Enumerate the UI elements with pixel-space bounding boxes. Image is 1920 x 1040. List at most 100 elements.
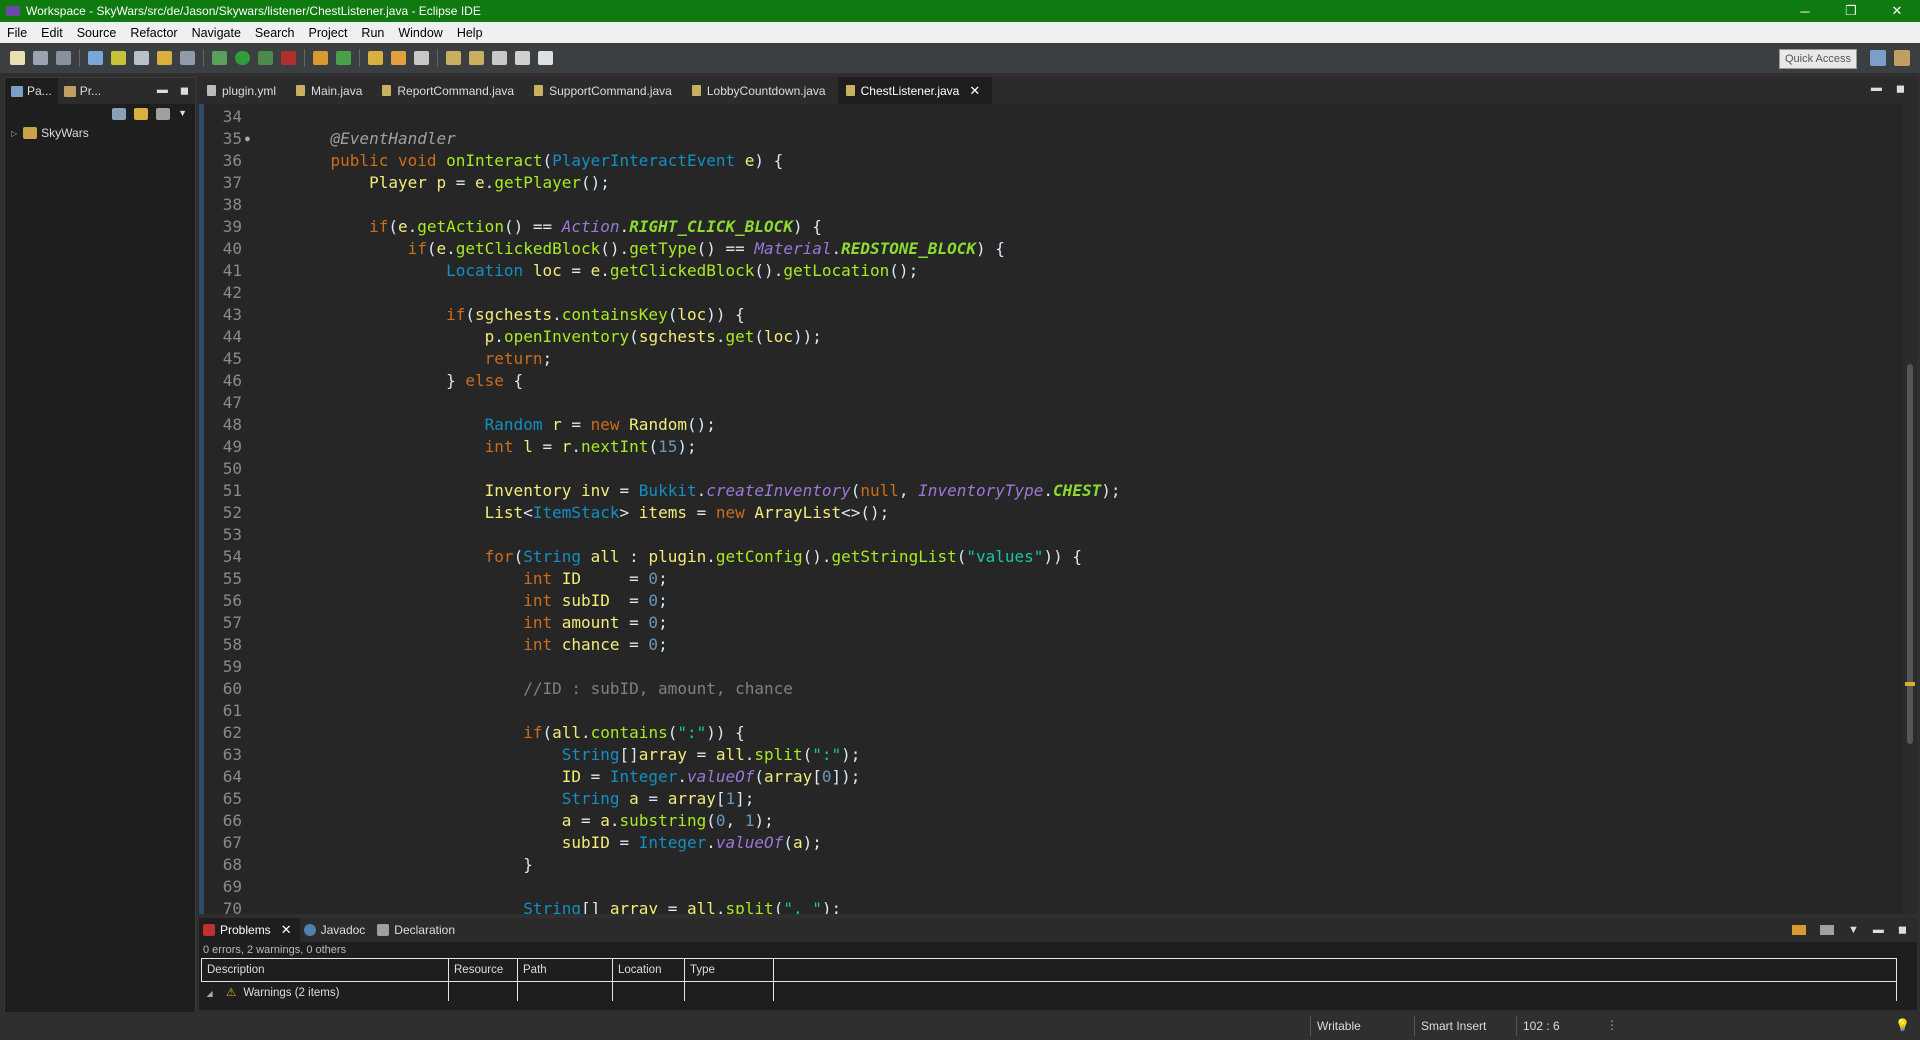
column-description[interactable]: Description: [201, 958, 449, 982]
code-line[interactable]: 69: [204, 876, 1120, 898]
code-line[interactable]: 64 ID = Integer.valueOf(array[0]);: [204, 766, 1120, 788]
code-line[interactable]: 60 //ID : subID, amount, chance: [204, 678, 1120, 700]
row-description[interactable]: ◢ ⚠ Warnings (2 items): [201, 981, 449, 1001]
filter-icon[interactable]: [1819, 924, 1834, 935]
code-line[interactable]: 36 public void onInteract(PlayerInteract…: [204, 150, 1120, 172]
code-editor[interactable]: 34 ● 35 @EventHandler 36 public void onInte…: [199, 104, 1917, 914]
open-type-icon[interactable]: [368, 51, 383, 65]
code-line[interactable]: 67 subID = Integer.valueOf(a);: [204, 832, 1120, 854]
code-line[interactable]: 58 int chance = 0;: [204, 634, 1120, 656]
tab-plugin-yml[interactable]: plugin.yml: [199, 77, 288, 104]
column-type[interactable]: Type: [684, 958, 774, 982]
menu-file[interactable]: File: [0, 26, 34, 40]
back-arrow-icon[interactable]: [515, 51, 530, 65]
code-line[interactable]: 55 int ID = 0;: [204, 568, 1120, 590]
restore-button[interactable]: ❐: [1828, 0, 1874, 22]
external-tools-icon[interactable]: [281, 51, 296, 65]
menu-edit[interactable]: Edit: [34, 26, 70, 40]
code-line[interactable]: 66 a = a.substring(0, 1);: [204, 810, 1120, 832]
column-path[interactable]: Path: [517, 958, 613, 982]
word-wrap-icon[interactable]: [157, 51, 172, 65]
menu-navigate[interactable]: Navigate: [185, 26, 248, 40]
tab-project-explorer[interactable]: Pr...: [58, 78, 107, 104]
link-editor-icon[interactable]: [134, 108, 149, 120]
code-line[interactable]: 59: [204, 656, 1120, 678]
tab-lobbycountdown-java[interactable]: LobbyCountdown.java: [684, 77, 838, 104]
code-line[interactable]: 48 Random r = new Random();: [204, 414, 1120, 436]
column-resource[interactable]: Resource: [448, 958, 518, 982]
view-menu-icon[interactable]: ▼: [178, 108, 187, 120]
code-line[interactable]: 70 String[] array = all.split(", ");: [204, 898, 1120, 914]
code-line[interactable]: 39 if(e.getAction() == Action.RIGHT_CLIC…: [204, 216, 1120, 238]
code-line[interactable]: 38: [204, 194, 1120, 216]
menu-help[interactable]: Help: [450, 26, 490, 40]
code-line[interactable]: 44 p.openInventory(sgchests.get(loc));: [204, 326, 1120, 348]
tab-supportcommand-java[interactable]: SupportCommand.java: [526, 77, 684, 104]
debug-icon[interactable]: [212, 51, 227, 65]
expand-arrow-icon[interactable]: ◢: [207, 989, 213, 998]
menu-project[interactable]: Project: [302, 26, 355, 40]
show-whitespace-icon[interactable]: [180, 51, 195, 65]
minimize-icon[interactable]: ▬: [1873, 924, 1884, 936]
maximize-icon[interactable]: ◼: [1896, 82, 1905, 95]
status-insert-mode[interactable]: Smart Insert: [1414, 1016, 1511, 1036]
tab-declaration[interactable]: Declaration: [373, 918, 463, 942]
tab-main-java[interactable]: Main.java: [288, 77, 374, 104]
tab-javadoc[interactable]: Javadoc: [300, 918, 374, 942]
menu-search[interactable]: Search: [248, 26, 302, 40]
code-line[interactable]: 57 int amount = 0;: [204, 612, 1120, 634]
code-line[interactable]: 65 String a = array[1];: [204, 788, 1120, 810]
save-all-icon[interactable]: [56, 51, 71, 65]
code-line[interactable]: 35 @EventHandler: [204, 128, 1120, 150]
code-line[interactable]: 68 }: [204, 854, 1120, 876]
terminal-icon[interactable]: [88, 51, 103, 65]
new-icon[interactable]: [10, 51, 25, 65]
tab-problems[interactable]: Problems ✕: [199, 918, 300, 942]
code-line[interactable]: 53: [204, 524, 1120, 546]
filter-icon[interactable]: [156, 108, 171, 120]
run-icon[interactable]: [235, 51, 250, 65]
new-class-icon[interactable]: [336, 51, 351, 65]
code-line[interactable]: 34: [204, 106, 1120, 128]
code-line[interactable]: 54 for(String all : plugin.getConfig().g…: [204, 546, 1120, 568]
tree-item-skywars[interactable]: ▷ SkyWars: [5, 124, 195, 142]
minimize-button[interactable]: ─: [1782, 0, 1828, 22]
close-tab-icon[interactable]: ✕: [969, 83, 980, 99]
code-line[interactable]: 50: [204, 458, 1120, 480]
code-line[interactable]: 37 Player p = e.getPlayer();: [204, 172, 1120, 194]
java-perspective-icon[interactable]: [1894, 50, 1910, 66]
menu-window[interactable]: Window: [391, 26, 449, 40]
code-line[interactable]: 49 int l = r.nextInt(15);: [204, 436, 1120, 458]
forward-arrow-icon[interactable]: [538, 51, 553, 65]
sync-icon[interactable]: [1791, 924, 1806, 935]
tab-package-explorer[interactable]: Pa...: [5, 78, 58, 104]
tab-reportcommand-java[interactable]: ReportCommand.java: [374, 77, 526, 104]
minimize-icon[interactable]: ▬: [1871, 82, 1882, 95]
quick-access-input[interactable]: Quick Access: [1779, 49, 1857, 69]
code-line[interactable]: 51 Inventory inv = Bukkit.createInventor…: [204, 480, 1121, 502]
code-line[interactable]: 42: [204, 282, 1120, 304]
prev-annotation-icon[interactable]: [469, 51, 484, 65]
coverage-icon[interactable]: [258, 51, 273, 65]
code-line[interactable]: 46 } else {: [204, 370, 1120, 392]
open-task-icon[interactable]: [391, 51, 406, 65]
column-location[interactable]: Location: [612, 958, 685, 982]
view-menu-icon[interactable]: ▼: [1848, 924, 1859, 936]
search-icon[interactable]: [414, 51, 429, 65]
code-line[interactable]: 45 return;: [204, 348, 1120, 370]
open-perspective-icon[interactable]: [1870, 50, 1886, 66]
save-icon[interactable]: [33, 51, 48, 65]
minimize-icon[interactable]: ▬: [157, 84, 168, 97]
close-window-button[interactable]: ✕: [1874, 0, 1920, 22]
editor-scrollbar[interactable]: [1903, 104, 1917, 914]
close-tab-icon[interactable]: ✕: [281, 922, 292, 938]
table-row[interactable]: ◢ ⚠ Warnings (2 items): [201, 981, 1897, 1001]
tab-chestlistener-java[interactable]: ChestListener.java ✕: [837, 77, 993, 104]
menu-refactor[interactable]: Refactor: [123, 26, 184, 40]
code-line[interactable]: 61: [204, 700, 1120, 722]
tip-lightbulb-icon[interactable]: 💡: [1895, 1018, 1910, 1032]
code-line[interactable]: 47: [204, 392, 1120, 414]
code-line[interactable]: 52 List<ItemStack> items = new ArrayList…: [204, 502, 1120, 524]
fold-marker-icon[interactable]: ●: [245, 128, 250, 150]
maximize-icon[interactable]: ◼: [1898, 923, 1907, 936]
